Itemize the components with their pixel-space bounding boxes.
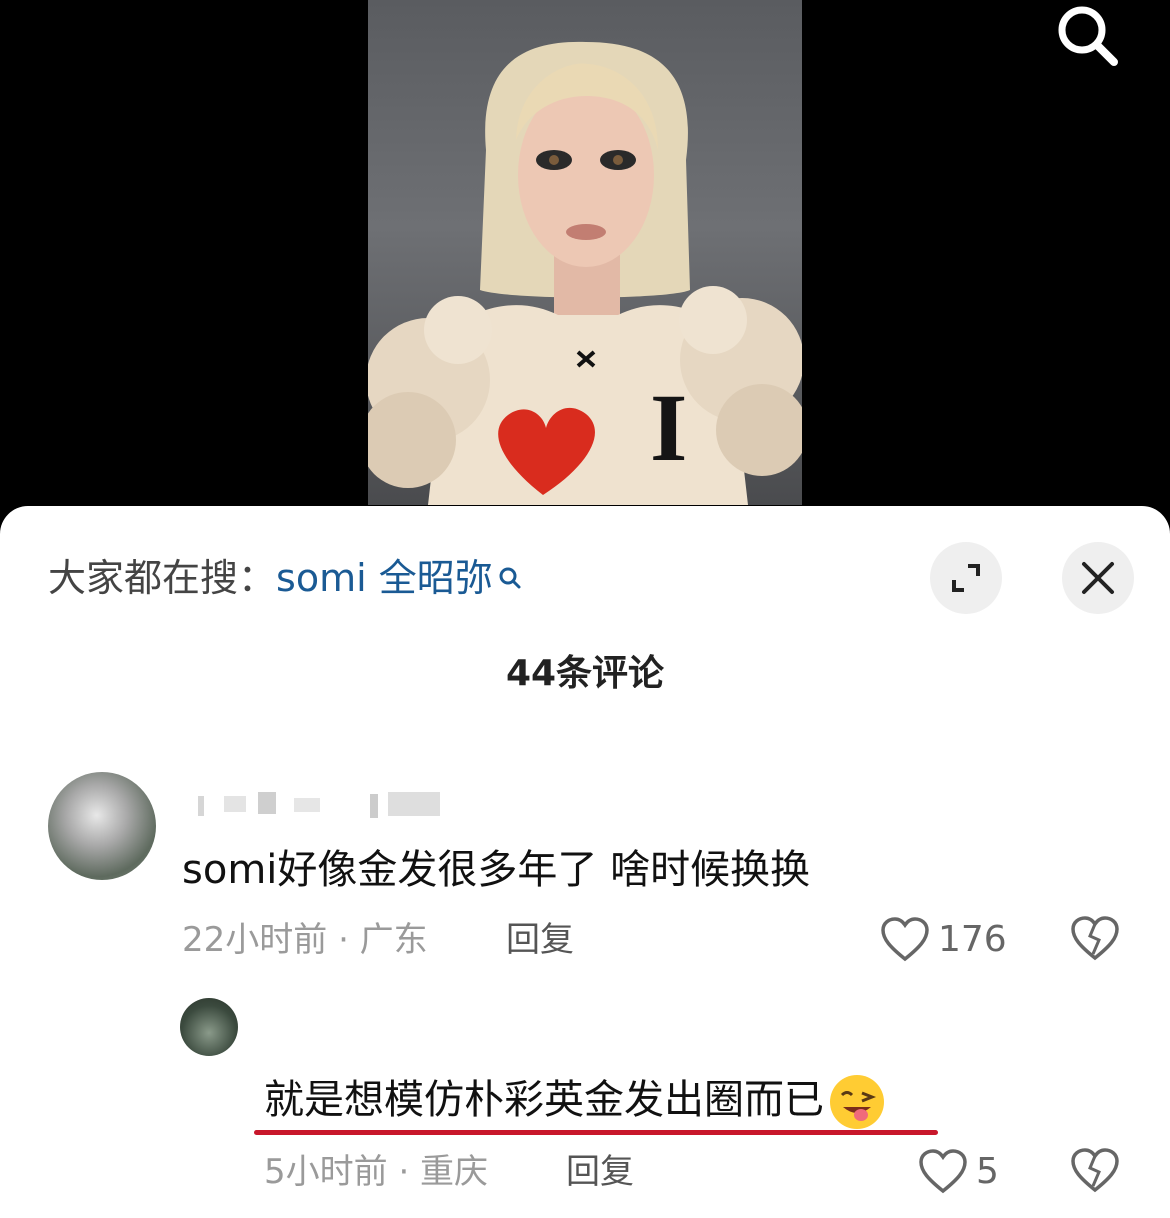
broken-heart-icon: [1071, 1148, 1119, 1193]
comment-time-location: 22小时前 · 广东: [182, 920, 428, 960]
like-count: 176: [938, 919, 1007, 960]
comment-time-location: 5小时前 · 重庆: [264, 1152, 489, 1192]
video-portrait-illustration: [368, 41, 802, 505]
red-underline-annotation: [254, 1130, 938, 1135]
comment-text: somi好像金发很多年了 啥时候换换: [182, 847, 811, 893]
broken-heart-icon: [1071, 916, 1119, 961]
like-count: 5: [976, 1151, 999, 1192]
video-player[interactable]: I: [0, 0, 1170, 520]
suggestion-term-link[interactable]: somi 全昭弥: [276, 556, 493, 600]
heart-outline-icon: [919, 1149, 967, 1194]
suggestion-label: 大家都在搜：: [48, 556, 277, 600]
close-icon: [1082, 562, 1114, 594]
like-button[interactable]: 5: [918, 1146, 999, 1198]
comment-text: 就是想模仿朴彩英金发出圈而已: [264, 1070, 886, 1131]
expand-button[interactable]: [930, 542, 1002, 614]
reply-button[interactable]: 回复: [566, 1148, 634, 1196]
avatar[interactable]: [48, 772, 156, 880]
comment-count-title: 44条评论: [505, 653, 665, 694]
winking-tongue-emoji-icon: [828, 1073, 886, 1131]
like-button[interactable]: 176: [880, 914, 1007, 966]
search-suggestion: 大家都在搜：somi 全昭弥: [48, 548, 523, 608]
search-icon[interactable]: [1052, 2, 1124, 74]
small-search-icon[interactable]: [497, 552, 523, 589]
video-frame-image: I: [368, 0, 802, 505]
reply-button[interactable]: 回复: [506, 916, 574, 964]
shirt-letter: I: [650, 374, 688, 481]
username-blurred[interactable]: [184, 780, 454, 820]
dislike-button[interactable]: [1070, 1148, 1120, 1198]
close-button[interactable]: [1062, 542, 1134, 614]
heart-outline-icon: [881, 917, 929, 962]
reply-comment-text: 就是想模仿朴彩英金发出圈而已: [264, 1077, 824, 1123]
expand-icon: [952, 564, 980, 592]
avatar[interactable]: [180, 998, 238, 1056]
dislike-button[interactable]: [1070, 916, 1120, 966]
